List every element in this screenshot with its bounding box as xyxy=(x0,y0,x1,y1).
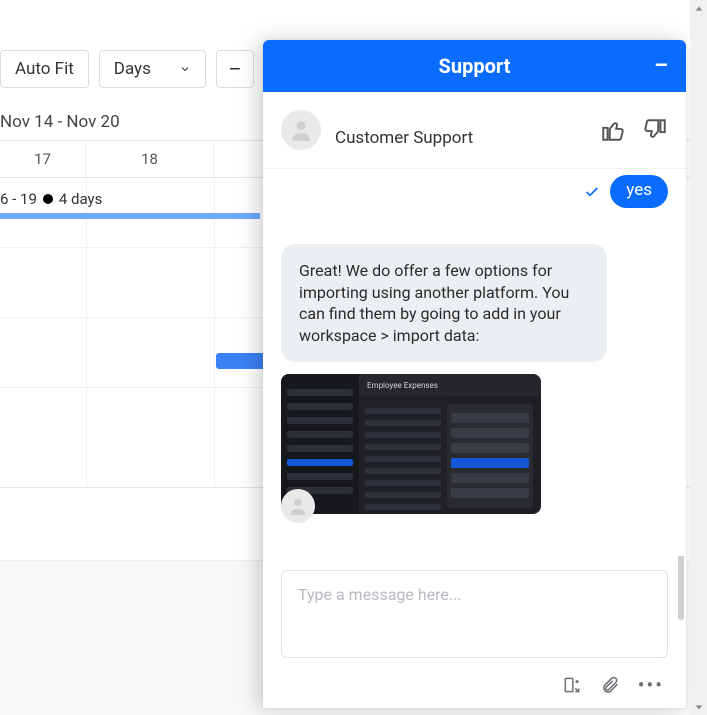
agent-avatar-small xyxy=(281,489,315,523)
scrollbar-track[interactable] xyxy=(690,17,707,698)
rating-controls xyxy=(600,117,668,143)
chat-footer: ••• xyxy=(263,670,686,708)
more-icon[interactable]: ••• xyxy=(638,675,664,695)
autofit-button[interactable]: Auto Fit xyxy=(0,50,89,88)
task-summary: 6 - 19 4 days xyxy=(0,190,102,208)
agent-message-group: Great! We do offer a few options for imp… xyxy=(281,244,607,514)
chat-agent-row: Customer Support xyxy=(263,92,686,169)
granularity-label: Days xyxy=(114,59,151,79)
agent-message-bubble: Great! We do offer a few options for imp… xyxy=(281,244,607,362)
thumbs-up-icon[interactable] xyxy=(600,117,626,143)
page-scrollbar[interactable] xyxy=(690,0,707,715)
screenshot-title: Employee Expenses xyxy=(367,381,438,390)
task-bar[interactable] xyxy=(0,213,260,219)
user-message-row: yes xyxy=(584,175,668,208)
chat-body: yes Great! We do offer a few options for… xyxy=(263,169,686,556)
task-duration: 4 days xyxy=(59,190,103,208)
minimize-icon: – xyxy=(654,54,668,79)
read-check-icon xyxy=(584,184,600,200)
paperclip-icon[interactable] xyxy=(600,675,620,695)
zoom-out-button[interactable]: – xyxy=(216,50,254,88)
popout-icon[interactable] xyxy=(562,675,582,695)
calendar-col-header: 18 xyxy=(86,141,214,177)
chat-header: Support – xyxy=(263,40,686,92)
autofit-label: Auto Fit xyxy=(15,59,74,79)
agent-name: Customer Support xyxy=(335,112,586,148)
task-range: 6 - 19 xyxy=(0,190,37,208)
task-dot-icon xyxy=(43,194,53,204)
date-range-label: Nov 14 - Nov 20 xyxy=(0,112,120,132)
chat-title: Support xyxy=(439,54,511,78)
calendar-toolbar: Auto Fit Days – xyxy=(0,49,254,89)
calendar-col-header: 17 xyxy=(0,141,86,177)
thumbs-down-icon[interactable] xyxy=(642,117,668,143)
scroll-up-icon[interactable] xyxy=(690,0,707,17)
user-message-bubble: yes xyxy=(610,175,668,208)
message-input[interactable] xyxy=(281,570,668,658)
agent-avatar xyxy=(281,110,321,150)
granularity-select[interactable]: Days xyxy=(99,50,206,88)
minimize-button[interactable]: – xyxy=(654,54,668,79)
chat-input-area xyxy=(263,556,686,670)
import-screenshot[interactable]: Employee Expenses xyxy=(281,374,541,514)
zoom-out-label: – xyxy=(228,57,241,81)
chevron-down-icon xyxy=(179,63,191,75)
support-chat-widget: Support – Customer Support xyxy=(263,40,686,708)
scroll-down-icon[interactable] xyxy=(690,698,707,715)
